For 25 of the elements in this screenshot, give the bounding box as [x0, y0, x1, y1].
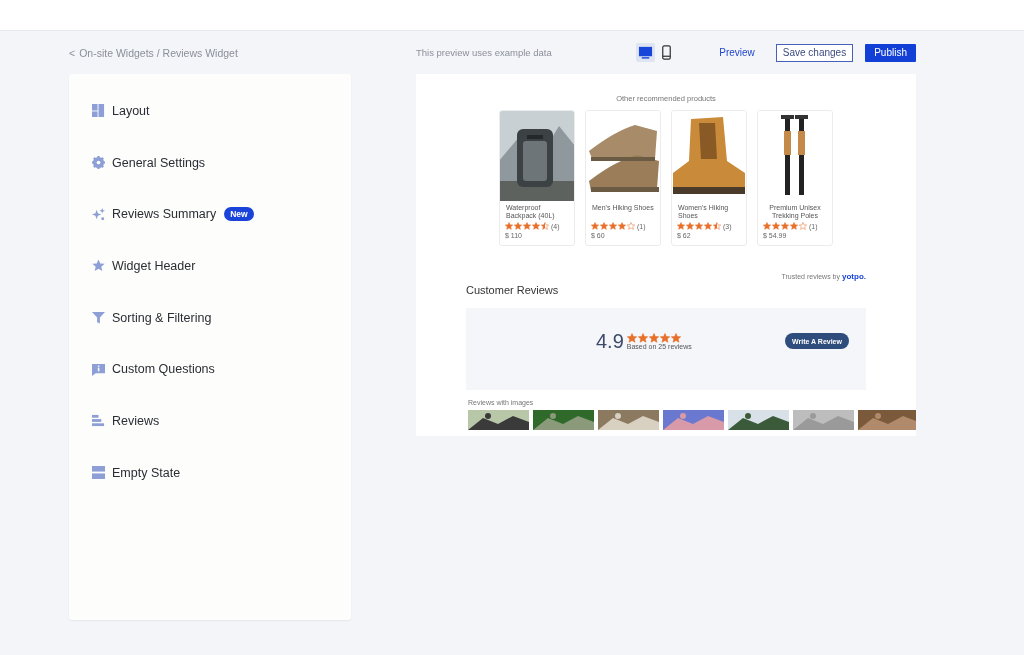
gear-icon: [92, 156, 105, 170]
star-icon: [92, 259, 105, 273]
average-score: 4.9: [596, 329, 624, 353]
sidebar-item[interactable]: Widget Header: [69, 240, 351, 292]
sidebar-item[interactable]: Empty State: [69, 446, 351, 499]
brand-logo: yotpo.: [842, 272, 866, 281]
sidebar-item[interactable]: Custom Questions: [69, 343, 351, 396]
new-badge: New: [224, 207, 254, 222]
sparkle-icon: [92, 207, 105, 221]
desktop-icon[interactable]: [635, 43, 655, 62]
rows-icon: [92, 466, 105, 480]
layout-icon: [92, 104, 105, 118]
sidebar-item[interactable]: Layout: [69, 85, 351, 137]
sidebar-item[interactable]: Reviews Summary New: [69, 188, 351, 241]
publish-button[interactable]: Publish: [865, 43, 916, 62]
filter-icon: [92, 311, 105, 325]
save-changes-button[interactable]: Save changes: [775, 43, 854, 62]
comment-icon: [92, 362, 105, 376]
preview-link[interactable]: Preview: [719, 47, 755, 58]
lines-icon: [92, 414, 105, 428]
preview-note: This preview uses example data: [416, 47, 553, 58]
reviews-title: Customer Reviews: [466, 284, 560, 296]
sidebar-item[interactable]: Reviews: [69, 395, 351, 447]
sidebar-item[interactable]: Sorting & Filtering: [69, 291, 351, 344]
sidebar-item[interactable]: General Settings: [69, 136, 351, 189]
